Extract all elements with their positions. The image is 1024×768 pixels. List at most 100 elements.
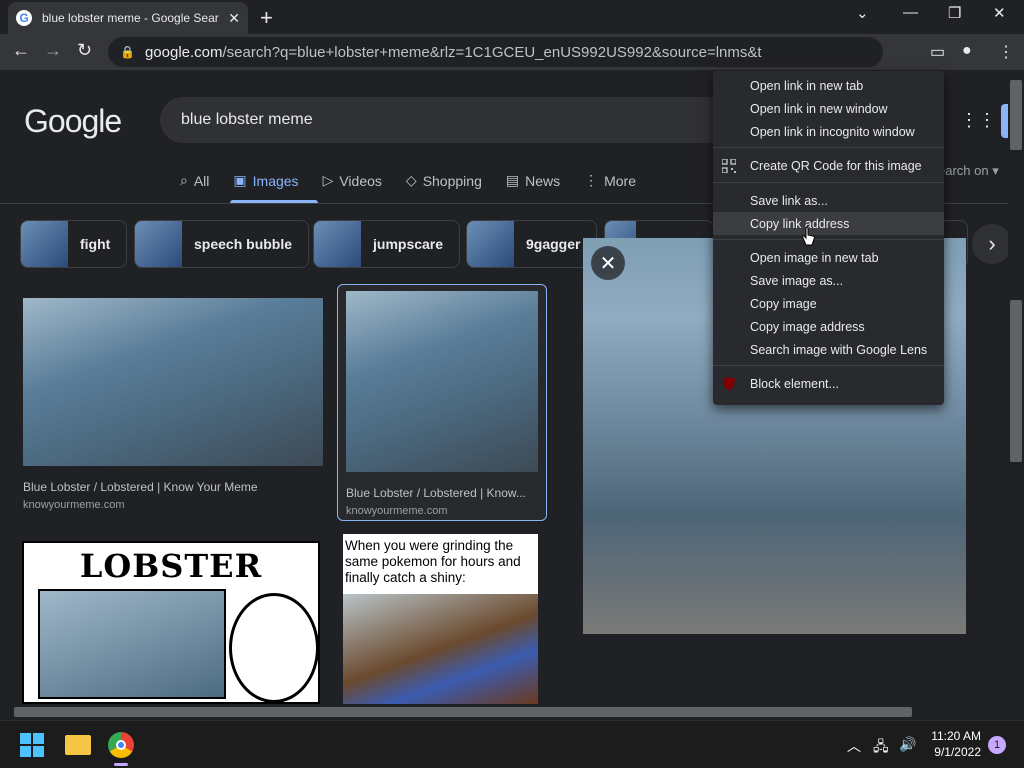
back-icon[interactable]: ← [12,40,30,61]
reload-icon[interactable]: ↻ [77,40,92,61]
windows-start-icon[interactable] [20,733,44,757]
file-explorer-icon[interactable] [65,735,91,755]
image-result-lobster-meme[interactable]: LOBSTER [22,541,320,704]
menu-open-link-new-window[interactable]: Open link in new window [713,97,944,120]
menu-create-qr-code-label: Create QR Code for this image [750,158,922,173]
menu-open-link-incognito[interactable]: Open link in incognito window [713,120,944,143]
chip-label: speech bubble [194,236,293,252]
chip-thumbnail [135,221,182,267]
image-result-shiny-meme[interactable]: When you were grinding the same pokemon … [343,534,538,704]
chip-jumpscare[interactable]: jumpscare [313,220,461,268]
start-pane [20,746,31,757]
network-icon[interactable]: 🖧 [873,736,889,760]
clock-time: 11:20 AM [931,729,981,743]
more-dots-icon: ⋮ [584,172,599,188]
url-host: google.com [144,43,223,61]
active-app-indicator [114,763,128,766]
tab-all[interactable]: ⌕ All [180,172,209,189]
tab-more[interactable]: ⋮ More [584,172,636,189]
lock-icon: 🔒 [120,45,135,59]
menu-copy-image-address[interactable]: Copy image address [713,315,944,338]
play-icon: ▷ [322,172,334,188]
chip-label: fight [80,236,111,252]
vertical-scroll-thumb[interactable] [1010,300,1022,462]
menu-block-element[interactable]: Block element... [713,372,944,395]
chip-thumbnail [467,221,514,267]
chip-speech-bubble[interactable]: speech bubble [134,220,310,268]
qr-code-icon [722,159,736,173]
tab-images[interactable]: ▣ Images [233,172,298,189]
clock[interactable]: 11:20 AM 9/1/2022 [926,728,981,760]
chip-9gagger[interactable]: 9gagger [466,220,598,268]
close-window-icon[interactable]: ✕ [993,4,1006,22]
menu-create-qr-code[interactable]: Create QR Code for this image [713,154,944,177]
menu-kebab-icon[interactable]: ⋮ [998,42,1014,62]
search-input[interactable]: blue lobster meme [160,97,760,143]
chrome-icon[interactable] [108,732,134,758]
result-source: knowyourmeme.com [346,505,448,517]
result-thumbnail[interactable] [346,291,538,472]
close-preview-icon[interactable]: ✕ [591,246,625,280]
tab-news[interactable]: ▤ News [506,172,560,189]
sign-in-button[interactable] [1001,104,1008,138]
minimize-icon[interactable]: — [903,4,918,21]
menu-save-image-as[interactable]: Save image as... [713,269,944,292]
address-bar[interactable]: 🔒 google.com/search?q=blue+lobster+meme&… [108,37,883,67]
start-pane [33,733,44,744]
google-logo[interactable]: Google [24,103,122,140]
menu-separator [713,182,944,183]
meme-lobster-photo [38,589,226,699]
horizontal-scroll-thumb[interactable] [14,707,912,717]
tag-icon: ◇ [405,172,417,188]
search-on-dropdown[interactable]: earch on ▾ [938,163,999,179]
chip-scroll-right-button[interactable]: › [972,224,1008,264]
image-result-1[interactable]: Blue Lobster / Lobstered | Know Your Mem… [23,298,323,511]
result-caption[interactable]: Blue Lobster / Lobstered | Know Your Mem… [23,480,323,494]
chrome-center [116,740,126,750]
start-pane [33,746,44,757]
tab-shopping[interactable]: ◇ Shopping [406,172,482,189]
chip-thumbnail [21,221,68,267]
chip-fight[interactable]: fight [20,220,128,268]
google-favicon-icon: G [16,10,32,26]
menu-open-link-new-tab[interactable]: Open link in new tab [713,74,944,97]
menu-save-link-as[interactable]: Save link as... [713,189,944,212]
tab-images-label: Images [252,172,299,189]
meme-title: LOBSTER [79,547,263,585]
tab-search-icon[interactable]: ⌄ [856,4,869,22]
tab-title: blue lobster meme - Google Sear [42,11,219,25]
menu-block-element-label: Block element... [750,376,839,391]
browser-toolbar: ← → ↻ 🔒 google.com/search?q=blue+lobster… [0,34,1024,70]
windows-taskbar [0,720,1024,768]
tab-videos[interactable]: ▷ Videos [323,172,382,189]
tab-all-label: All [193,172,210,189]
image-result-2[interactable]: Blue Lobster / Lobstered | Know... knowy… [346,291,538,517]
menu-separator [713,239,944,240]
start-pane [20,733,31,744]
close-tab-icon[interactable]: ✕ [228,10,240,27]
new-tab-icon[interactable]: + [260,5,273,31]
notification-badge[interactable]: 1 [988,736,1006,754]
profile-icon[interactable]: ● [962,42,972,60]
result-thumbnail[interactable] [23,298,323,466]
result-caption[interactable]: Blue Lobster / Lobstered | Know... [346,486,538,500]
vertical-scroll-thumb-top[interactable] [1010,80,1022,150]
menu-separator [713,147,944,148]
tab-more-label: More [604,172,637,189]
clock-date: 9/1/2022 [934,745,981,759]
sidebar-icon[interactable]: ▭ [930,42,945,62]
url-text: google.com/search?q=blue+lobster+meme&rl… [145,44,762,61]
menu-open-image-new-tab[interactable]: Open image in new tab [713,246,944,269]
restore-icon[interactable]: ❐ [948,4,961,22]
menu-copy-image[interactable]: Copy image [713,292,944,315]
tab-shopping-label: Shopping [422,172,482,189]
volume-icon[interactable]: 🔊 [899,736,916,753]
forward-icon[interactable]: → [44,40,62,61]
meme-lobster-crate-photo [343,594,538,704]
show-hidden-icons-icon[interactable]: ︿ [847,736,861,756]
browser-tab[interactable]: G blue lobster meme - Google Sear ✕ [8,2,248,34]
menu-search-google-lens[interactable]: Search image with Google Lens [713,338,944,361]
search-on-label: earch on [938,163,989,178]
tab-strip: G blue lobster meme - Google Sear ✕ + ⌄ … [0,0,1024,34]
menu-copy-link-address[interactable]: Copy link address [713,212,944,235]
